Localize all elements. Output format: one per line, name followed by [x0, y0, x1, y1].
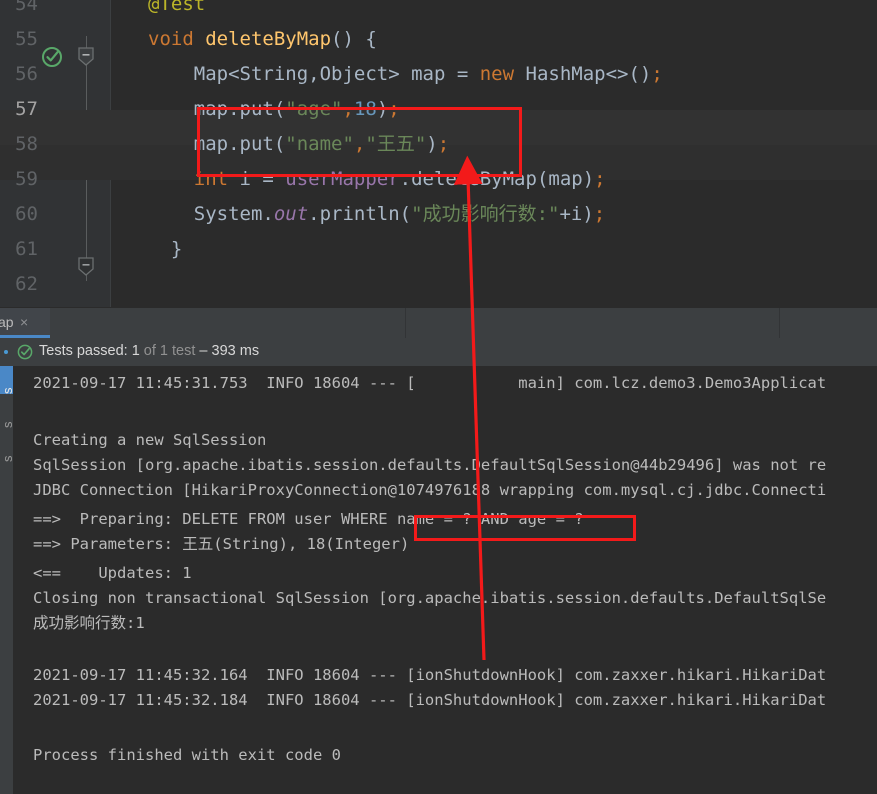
line-number: 57 — [15, 98, 38, 120]
code-fold-collapse-icon-end[interactable] — [78, 257, 94, 276]
sql-where-clause-highlight-box — [414, 515, 636, 541]
tab-bar-top-border — [0, 307, 877, 308]
line-code: @Test — [148, 0, 205, 22]
code-token: out — [273, 203, 309, 225]
tab-active-background[interactable]: ap × — [0, 308, 50, 338]
editor-line: 56 Map<String,Object> map = new HashMap<… — [0, 57, 877, 92]
tab-bar-divider-1 — [405, 308, 406, 338]
code-token: System. — [148, 203, 274, 225]
tool-window-tab-bar[interactable]: ap × — [0, 307, 877, 338]
line-code: System.out.println("成功影响行数:"+i); — [148, 197, 605, 232]
tests-passed-separator: – — [199, 343, 212, 359]
ide-window: 54 @Test 55 void deleteByMap() {56 Map<Stri… — [0, 0, 877, 794]
line-number: 55 — [15, 28, 38, 50]
line-code: Map<String,Object> map = new HashMap<>()… — [148, 57, 663, 92]
console-line: 2021-09-17 11:45:32.184 INFO 18604 --- [… — [33, 691, 827, 709]
code-token: ; — [651, 63, 663, 85]
code-token: HashMap<>() — [525, 63, 652, 85]
close-icon[interactable]: × — [20, 314, 28, 330]
code-token: } — [148, 238, 183, 260]
editor-line: 60 System.out.println("成功影响行数:"+i); — [0, 197, 877, 232]
tests-passed-of: of 1 test — [139, 343, 200, 359]
code-token: void — [148, 28, 206, 50]
console-line: 2021-09-17 11:45:32.164 INFO 18604 --- [… — [33, 666, 827, 684]
map-put-calls-highlight-box — [197, 107, 522, 177]
code-token: .println( — [308, 203, 412, 225]
code-token: +i) — [559, 203, 594, 225]
console-line: 成功影响行数:1 — [33, 614, 145, 632]
console-line: SqlSession [org.apache.ibatis.session.de… — [33, 456, 827, 474]
tab-label: ap — [0, 314, 14, 330]
code-token: deleteByMap — [205, 28, 332, 50]
side-tab-2[interactable]: s — [0, 436, 13, 463]
console-line: ==> Parameters: 王五(String), 18(Integer) — [33, 535, 410, 553]
console-line: <== Updates: 1 — [33, 564, 192, 582]
line-code: } — [148, 232, 182, 267]
code-token: Map<String,Object> map = — [148, 63, 480, 85]
line-number: 60 — [15, 203, 38, 225]
code-token: new — [479, 63, 526, 85]
console-output-panel[interactable]: 2021-09-17 11:45:31.753 INFO 18604 --- [… — [13, 366, 877, 794]
console-side-tab-strip[interactable]: s s s — [0, 366, 13, 794]
side-tab-1[interactable]: s — [0, 402, 13, 429]
tests-passed-text: Tests passed: 1 of 1 test – 393 ms — [39, 343, 259, 359]
editor-line: 61 } — [0, 232, 877, 267]
code-token: ; — [593, 203, 606, 225]
console-line: 2021-09-17 11:45:31.753 INFO 18604 --- [… — [33, 374, 827, 392]
code-token: "成功影响行数:" — [411, 203, 560, 225]
console-line: Creating a new SqlSession — [33, 431, 267, 449]
tests-passed-check-icon — [17, 344, 33, 360]
console-line: Closing non transactional SqlSession [or… — [33, 589, 827, 607]
editor-line: 54 @Test — [0, 0, 877, 22]
tests-passed-count: 1 — [131, 343, 140, 359]
line-number: 61 — [15, 238, 38, 260]
tests-passed-duration: 393 ms — [211, 343, 260, 359]
code-token: ; — [594, 168, 606, 190]
console-line: Process finished with exit code 0 — [33, 746, 341, 764]
editor-line: 55 void deleteByMap() { — [0, 22, 877, 57]
line-number: 59 — [15, 168, 38, 190]
console-line: JDBC Connection [HikariProxyConnection@1… — [33, 481, 827, 499]
tests-passed-prefix: Tests passed: — [39, 343, 132, 359]
line-number: 54 — [15, 0, 38, 15]
line-number: 56 — [15, 63, 38, 85]
side-tab-0[interactable]: s — [0, 366, 13, 394]
code-fold-collapse-icon[interactable] — [78, 47, 94, 66]
code-token: @Test — [148, 0, 206, 15]
editor-line: 62 — [0, 267, 877, 302]
tab-bar-divider-2 — [779, 308, 780, 338]
code-token: () { — [331, 28, 377, 50]
run-test-passed-icon[interactable] — [41, 46, 63, 68]
status-bullet-icon — [4, 350, 8, 354]
line-code: void deleteByMap() { — [148, 22, 377, 57]
line-number: 62 — [15, 273, 38, 295]
line-number: 58 — [15, 133, 38, 155]
test-status-bar: Tests passed: 1 of 1 test – 393 ms — [0, 338, 877, 366]
